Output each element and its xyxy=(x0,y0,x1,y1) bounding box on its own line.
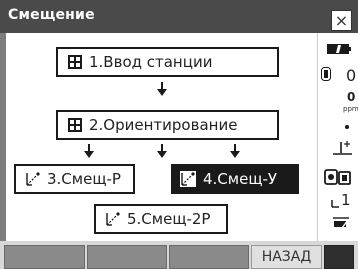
close-icon: × xyxy=(334,10,349,30)
input-mode-icon xyxy=(333,217,349,229)
softkey-3[interactable] xyxy=(169,245,249,269)
ppm-value: 0 xyxy=(347,90,356,104)
menu-item-offset-distance[interactable]: 3.Смещ-Р xyxy=(14,164,135,194)
title-bar: Смещение × xyxy=(0,0,358,33)
softkey-2[interactable] xyxy=(87,245,167,269)
menu-item-offset-two-distance[interactable]: 5.Смещ-2Р xyxy=(94,204,228,234)
menu-item-label: 1.Ввод станции xyxy=(89,53,213,71)
page-number: 1 xyxy=(341,191,351,209)
target-constant-value: 0 xyxy=(346,66,357,85)
menu-item-offset-angle[interactable]: 4.Смещ-У xyxy=(171,164,299,194)
tilt-level-icon xyxy=(333,141,352,155)
offset-distance-icon xyxy=(26,172,40,186)
menu-item-station-input[interactable]: 1.Ввод станции xyxy=(56,47,279,77)
offset-two-distance-icon xyxy=(106,212,120,226)
offset-angle-icon xyxy=(180,171,196,187)
window-title: Смещение xyxy=(8,7,95,23)
arrow-down-icon xyxy=(84,144,94,158)
ppm-unit: ppm xyxy=(343,105,358,113)
camera-icon xyxy=(324,169,351,185)
battery-icon xyxy=(327,44,351,54)
tilt-dot-icon xyxy=(345,125,349,129)
status-sidebar: 0 0 ppm 1 xyxy=(317,33,358,241)
softkey-bar: НАЗАД xyxy=(0,241,358,269)
softkey-1[interactable] xyxy=(4,245,85,269)
menu-panel: 1.Ввод станции 2.Ориентирование 3.Смещ-Р… xyxy=(6,33,317,241)
close-button[interactable]: × xyxy=(331,10,352,31)
arrow-down-icon xyxy=(230,144,240,158)
back-button-label: НАЗАД xyxy=(261,249,312,265)
menu-item-label: 4.Смещ-У xyxy=(203,170,278,188)
back-button[interactable]: НАЗАД xyxy=(251,245,322,269)
station-grid-icon xyxy=(68,55,82,69)
page-bracket-icon xyxy=(331,200,339,208)
orientation-grid-icon xyxy=(68,118,82,132)
menu-item-orientation[interactable]: 2.Ориентирование xyxy=(56,110,279,140)
prism-target-icon xyxy=(321,67,331,81)
softkey-5[interactable] xyxy=(324,245,354,269)
menu-item-label: 5.Смещ-2Р xyxy=(127,210,211,228)
menu-item-label: 2.Ориентирование xyxy=(89,116,238,134)
menu-item-label: 3.Смещ-Р xyxy=(47,170,121,188)
arrow-down-icon xyxy=(157,144,167,158)
arrow-down-icon xyxy=(157,82,167,96)
